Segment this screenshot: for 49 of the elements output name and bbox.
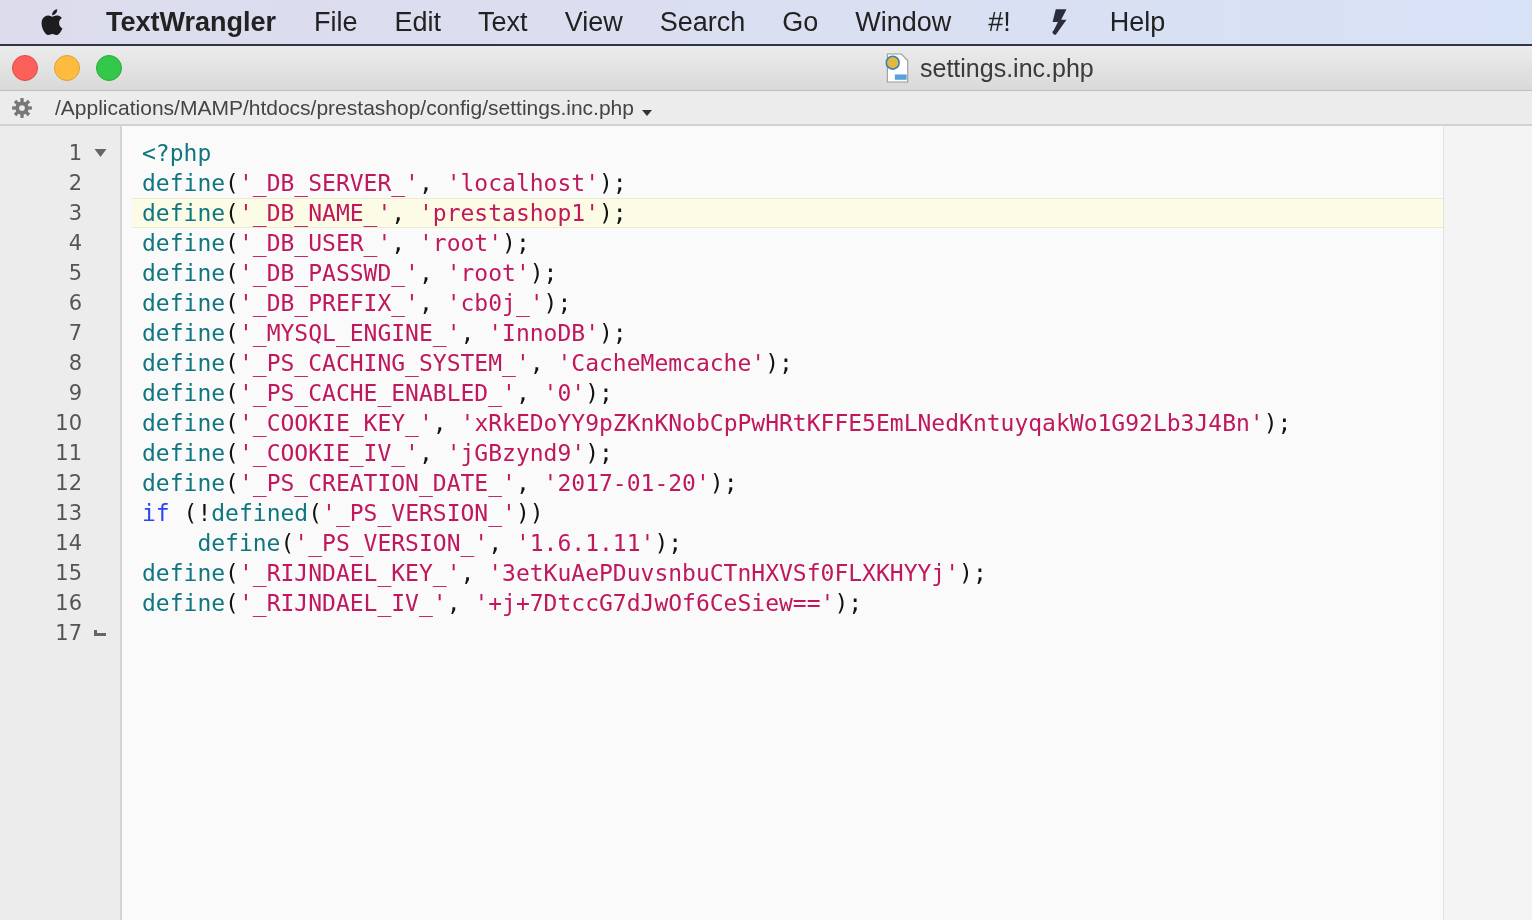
code-line: define('_PS_CACHING_SYSTEM_', 'CacheMemcache');	[142, 350, 793, 376]
code-line: define('_DB_PASSWD_', 'root');	[142, 260, 558, 286]
line-number: 1	[68, 141, 82, 165]
code-line: define('_PS_CACHE_ENABLED_', '0');	[142, 380, 613, 406]
code-line: define('_COOKIE_KEY_', 'xRkEDoYY9pZKnKNobCpPwHRtKFFE5EmLNedKntuyqakWo1G92Lb3J4Bn');	[142, 410, 1292, 436]
menu-item[interactable]: Help	[1109, 6, 1166, 38]
line-number: 9	[68, 381, 82, 405]
code-line: define('_COOKIE_IV_', 'jGBzynd9');	[142, 440, 613, 466]
code-line: define('_DB_PREFIX_', 'cb0j_');	[142, 290, 572, 316]
menu-item[interactable]: #!	[988, 6, 1011, 38]
line-number: 13	[55, 501, 82, 525]
line-number: 11	[55, 441, 82, 465]
code-line: define('_DB_NAME_', 'prestashop1');	[142, 200, 627, 226]
line-number: 3	[68, 201, 82, 225]
code-line: <?php	[142, 140, 212, 166]
line-number: 12	[55, 471, 82, 495]
menu-item[interactable]: Go	[782, 6, 819, 38]
code-line: define('_RIJNDAEL_IV_', '+j+7DtccG7dJwOf6CeSiew==');	[142, 590, 863, 616]
menu-item[interactable]: View	[564, 6, 623, 38]
code-line: define('_PS_CREATION_DATE_', '2017-01-20');	[142, 470, 738, 496]
menu-item[interactable]: Text	[478, 6, 528, 38]
line-number: 5	[68, 261, 82, 285]
fold-end-icon[interactable]	[94, 630, 106, 636]
line-number: 17	[55, 621, 82, 645]
line-number: 6	[68, 291, 82, 315]
menu-item[interactable]: TextWrangler	[106, 6, 277, 38]
fold-triangle-icon[interactable]	[94, 149, 107, 157]
menu-item[interactable]: Edit	[394, 6, 442, 38]
line-number: 4	[68, 231, 82, 255]
line-number: 14	[55, 531, 82, 555]
code-line: define('_PS_VERSION_', '1.6.1.11');	[196, 530, 683, 556]
caret-icon[interactable]	[642, 109, 652, 116]
code-line: define('_DB_SERVER_', 'localhost');	[142, 170, 627, 196]
line-number: 7	[68, 321, 82, 345]
line-number: 2	[68, 171, 82, 195]
close-button[interactable]	[12, 55, 38, 81]
line-number: 8	[68, 351, 82, 375]
line-number: 16	[55, 591, 82, 615]
settings-icon[interactable]	[11, 96, 33, 119]
menu-item[interactable]: File	[314, 6, 358, 38]
code-line: define('_MYSQL_ENGINE_', 'InnoDB');	[142, 320, 627, 346]
line-number: 15	[55, 561, 82, 585]
window-title: settings.inc.php	[920, 53, 1094, 83]
code-line: define('_RIJNDAEL_KEY_', '3etKuAePDuvsnbuCTnHXVSf0FLXKHYYj');	[142, 560, 987, 586]
menu-item[interactable]: Window	[855, 6, 952, 38]
line-number: 10	[55, 411, 82, 435]
code-line: define('_DB_USER_', 'root');	[142, 230, 530, 256]
code-line: if (!defined('_PS_VERSION_'))	[142, 500, 544, 526]
menu-item[interactable]: Search	[659, 6, 746, 38]
